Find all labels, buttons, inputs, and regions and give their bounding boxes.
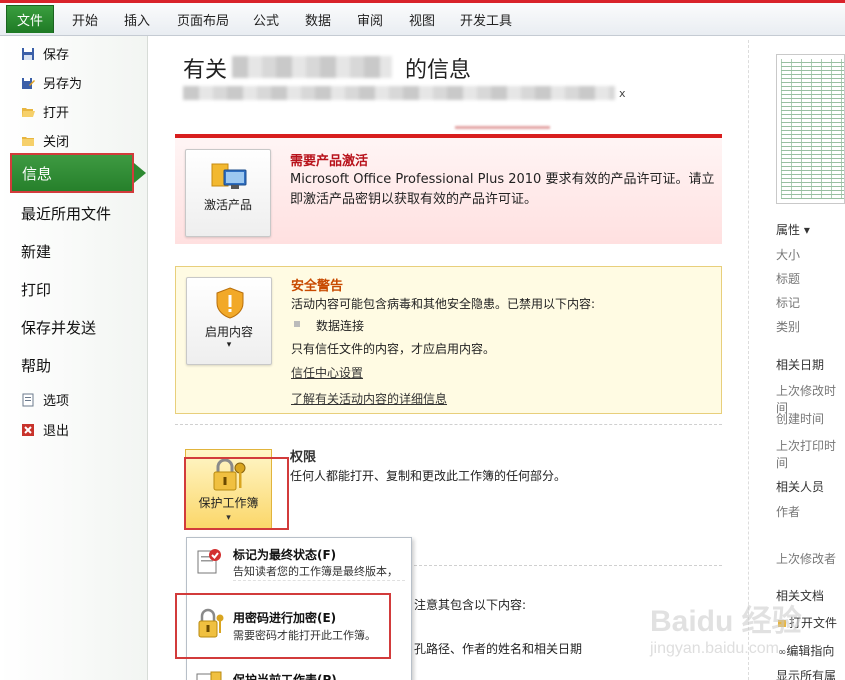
security-warning-panel: 启用内容 ▾ 安全警告 活动内容可能包含病毒和其他安全隐患。已禁用以下内容: 数… bbox=[175, 266, 722, 414]
tab-formulas[interactable]: 公式 bbox=[253, 10, 279, 29]
nav-exit-label: 退出 bbox=[43, 424, 70, 439]
enable-content-label: 启用内容 bbox=[204, 325, 253, 339]
activate-product-label: 激活产品 bbox=[203, 198, 252, 212]
prop-title: 标题 bbox=[776, 272, 801, 286]
nav-info-label: 信息 bbox=[22, 164, 53, 183]
nav-save[interactable]: 保存 bbox=[0, 44, 148, 63]
properties-header[interactable]: 属性 ▾ bbox=[776, 221, 810, 238]
security-heading: 安全警告 bbox=[291, 279, 344, 294]
tab-developer[interactable]: 开发工具 bbox=[460, 10, 512, 29]
prop-created: 创建时间 bbox=[776, 412, 825, 426]
folder-close-icon bbox=[22, 136, 34, 146]
active-content-info-link[interactable]: 了解有关活动内容的详细信息 bbox=[291, 390, 447, 407]
tab-review[interactable]: 审阅 bbox=[357, 10, 383, 29]
menu-protect-sheet[interactable]: 保护当前工作表(P) bbox=[187, 668, 411, 680]
save-as-icon bbox=[22, 77, 35, 89]
menu-mark-as-final-desc-cut bbox=[233, 580, 405, 594]
nav-info-arrow bbox=[134, 163, 146, 183]
nav-options-label: 选项 bbox=[43, 394, 70, 409]
section-divider-2 bbox=[414, 565, 722, 566]
nav-save-as[interactable]: 另存为 bbox=[0, 73, 148, 92]
save-icon bbox=[22, 47, 34, 60]
exit-icon bbox=[22, 423, 34, 436]
tab-insert[interactable]: 插入 bbox=[124, 10, 150, 29]
protect-sheet-icon bbox=[196, 671, 222, 680]
file-path-suffix: x bbox=[619, 87, 626, 100]
menu-mark-as-final-desc: 告知读者您的工作簿是最终版本，并将其设为只读。 bbox=[233, 565, 398, 578]
menu-mark-as-final[interactable]: 标记为最终状态(F) 告知读者您的工作簿是最终版本，并将其设为只读。 bbox=[187, 542, 411, 594]
security-line2: 只有信任文件的内容，才应启用内容。 bbox=[291, 342, 496, 356]
protect-workbook-highlight bbox=[184, 457, 289, 530]
encrypt-highlight bbox=[175, 593, 391, 659]
activation-heading: 需要产品激活 bbox=[290, 154, 369, 169]
security-line1: 活动内容可能包含病毒和其他安全隐患。已禁用以下内容: bbox=[291, 297, 596, 311]
options-icon bbox=[22, 393, 34, 406]
right-column-divider bbox=[748, 40, 749, 680]
shield-warning-icon bbox=[216, 287, 244, 319]
nav-open[interactable]: 打开 bbox=[0, 102, 148, 121]
menu-protect-sheet-title: 保护当前工作表(P) bbox=[233, 673, 337, 680]
redacted-file-path bbox=[183, 86, 615, 100]
section-divider bbox=[175, 424, 722, 425]
nav-save-as-label: 另存为 bbox=[43, 77, 83, 92]
related-people-header: 相关人员 bbox=[776, 480, 825, 494]
prop-category: 类别 bbox=[776, 320, 801, 334]
ribbon-tab-strip: 文件 开始 插入 页面布局 公式 数据 审阅 视图 开发工具 bbox=[0, 0, 845, 36]
related-dates-header: 相关日期 bbox=[776, 358, 825, 372]
nav-exit[interactable]: 退出 bbox=[0, 420, 148, 439]
nav-help[interactable]: 帮助 bbox=[21, 355, 51, 376]
nav-open-label: 打开 bbox=[43, 106, 70, 121]
nav-recent[interactable]: 最近所用文件 bbox=[21, 203, 111, 224]
activate-product-icon bbox=[211, 163, 247, 189]
edit-links-link[interactable]: ∞编辑指向 bbox=[778, 642, 834, 659]
menu-mark-as-final-title: 标记为最终状态(F) bbox=[233, 548, 337, 562]
prepare-text-partial-2: 孔路径、作者的姓名和相关日期 bbox=[414, 642, 583, 656]
activation-body: Microsoft Office Professional Plus 2010 … bbox=[290, 172, 715, 207]
activate-product-button[interactable]: 激活产品 bbox=[185, 149, 271, 237]
info-title-prefix: 有关 bbox=[183, 58, 228, 83]
watermark-brand: Baidu 经验 bbox=[650, 605, 802, 638]
workbook-thumbnail bbox=[776, 54, 845, 204]
tab-data[interactable]: 数据 bbox=[305, 10, 331, 29]
watermark-url: jingyan.baidu.com bbox=[650, 640, 779, 657]
bullet-marker bbox=[294, 321, 300, 327]
redacted-filename bbox=[232, 56, 392, 78]
path-underline-fragment bbox=[455, 126, 550, 129]
nav-options[interactable]: 选项 bbox=[0, 390, 148, 409]
prop-last-modified-by: 上次修改者 bbox=[776, 552, 837, 566]
backstage-nav: 保存 另存为 打开 关闭 信息 最近所用文件 新建 打印 保存并发送 帮助 选项… bbox=[0, 36, 148, 680]
prepare-text-partial: 注意其包含以下内容: bbox=[414, 598, 527, 612]
disabled-item-data-connection: 数据连接 bbox=[316, 319, 365, 333]
nav-new[interactable]: 新建 bbox=[21, 241, 51, 262]
enable-content-dropdown-arrow[interactable]: ▾ bbox=[187, 340, 271, 350]
show-all-properties-link[interactable]: 显示所有属性 bbox=[776, 667, 845, 680]
prop-author: 作者 bbox=[776, 505, 801, 519]
permissions-heading: 权限 bbox=[290, 450, 317, 465]
folder-open-icon bbox=[22, 107, 35, 117]
tab-page-layout[interactable]: 页面布局 bbox=[177, 10, 229, 29]
prop-last-printed: 上次打印时间 bbox=[776, 439, 837, 470]
nav-close[interactable]: 关闭 bbox=[0, 131, 148, 150]
nav-save-label: 保存 bbox=[43, 48, 70, 63]
tab-file[interactable]: 文件 bbox=[6, 5, 54, 33]
activation-panel: 激活产品 需要产品激活 Microsoft Office Professiona… bbox=[175, 134, 722, 244]
nav-info[interactable]: 信息 bbox=[10, 153, 134, 193]
mark-final-icon bbox=[197, 549, 221, 574]
prop-tags: 标记 bbox=[776, 296, 801, 310]
thumbnail-grid bbox=[781, 59, 844, 199]
edit-links-label: 编辑指向 bbox=[786, 644, 835, 658]
nav-close-label: 关闭 bbox=[43, 135, 70, 150]
title-accent-line bbox=[0, 0, 845, 3]
trust-center-link[interactable]: 信任中心设置 bbox=[291, 364, 363, 381]
prop-size: 大小 bbox=[776, 248, 801, 262]
permissions-body: 任何人都能打开、复制和更改此工作簿的任何部分。 bbox=[290, 469, 567, 483]
nav-print[interactable]: 打印 bbox=[21, 279, 51, 300]
tab-home[interactable]: 开始 bbox=[72, 10, 98, 29]
info-title-suffix: 的信息 bbox=[405, 58, 472, 83]
nav-save-send[interactable]: 保存并发送 bbox=[21, 317, 96, 338]
tab-view[interactable]: 视图 bbox=[409, 10, 435, 29]
enable-content-button[interactable]: 启用内容 ▾ bbox=[186, 277, 272, 365]
